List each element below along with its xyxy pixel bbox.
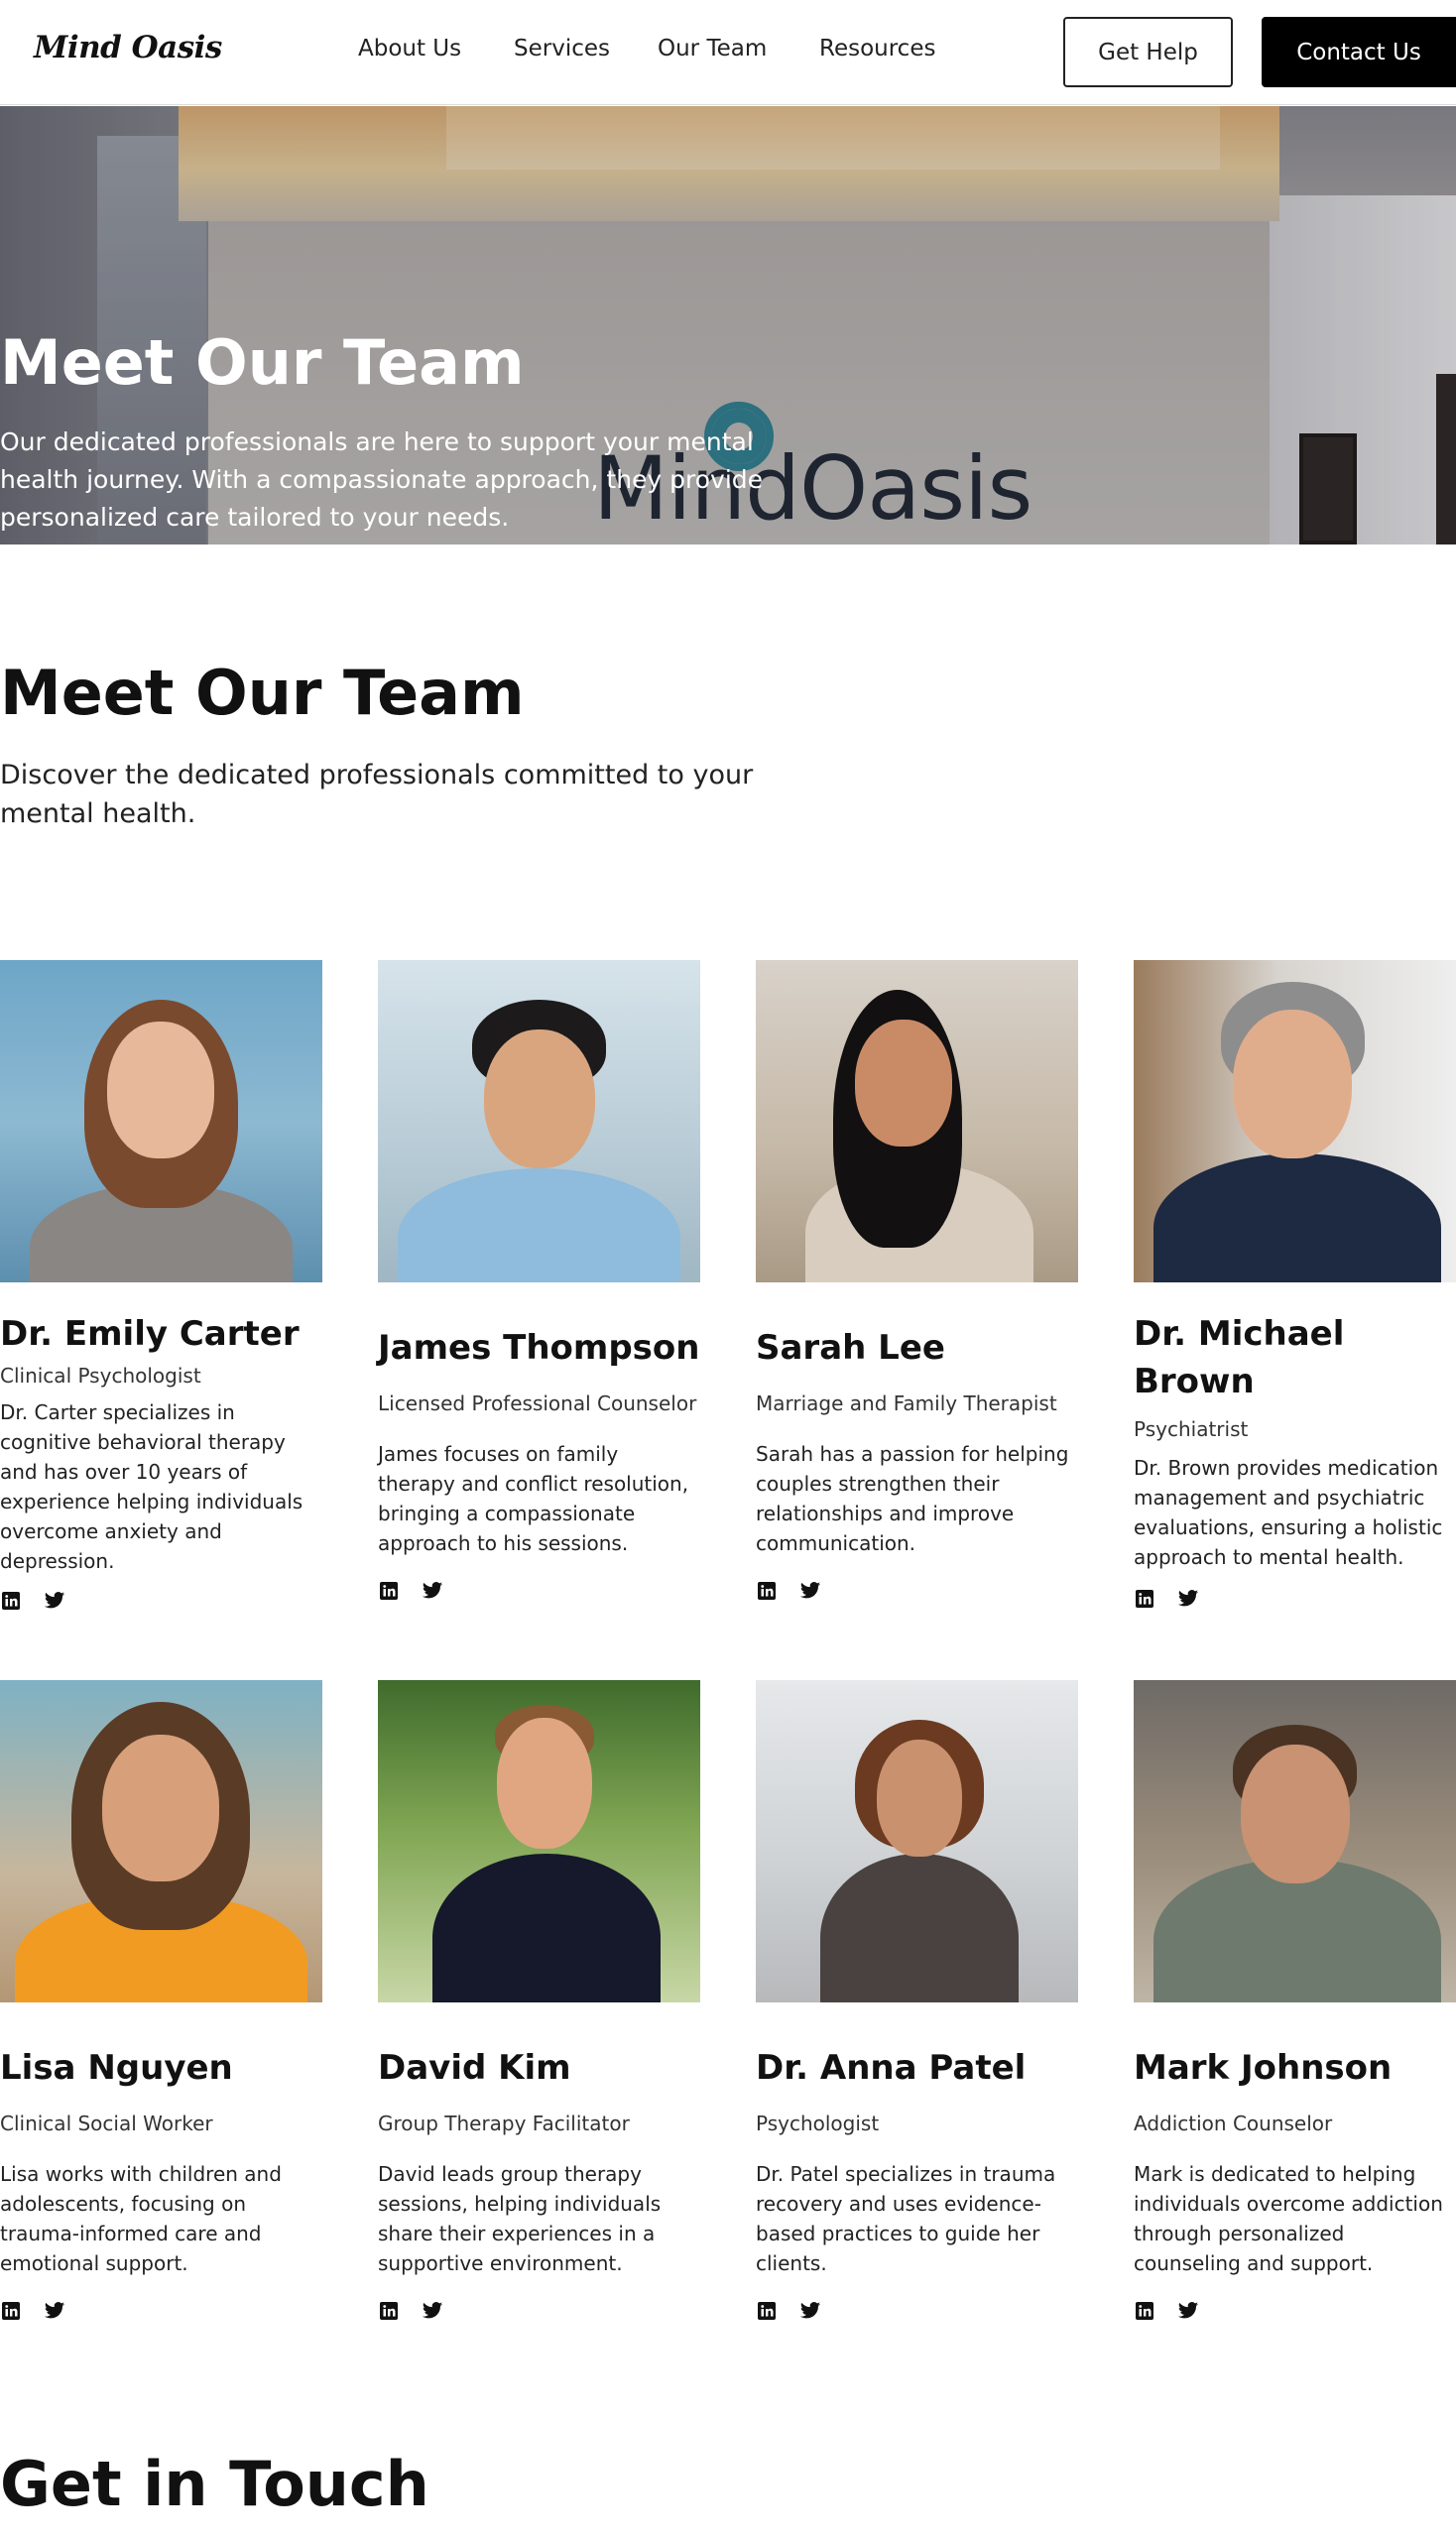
member-name: Sarah Lee — [756, 1328, 945, 1368]
member-social-links — [1134, 1588, 1456, 1610]
member-role: Psychologist — [756, 2112, 880, 2135]
team-section-title: Meet Our Team — [0, 657, 525, 729]
twitter-icon[interactable] — [422, 1580, 443, 1602]
linkedin-icon[interactable] — [1134, 1588, 1155, 1610]
member-bio: Mark is dedicated to helping individuals… — [1134, 2162, 1443, 2275]
member-social-links — [0, 2300, 322, 2322]
member-social-links — [378, 1580, 700, 1602]
member-social-links — [756, 1580, 1078, 1602]
team-member-card: Dr. Emily Carter Clinical Psychologist D… — [0, 960, 322, 1612]
twitter-icon[interactable] — [1177, 2300, 1199, 2322]
team-member-photo — [756, 1680, 1078, 2002]
linkedin-icon[interactable] — [1134, 2300, 1155, 2322]
member-name: Mark Johnson — [1134, 2048, 1393, 2088]
member-role: Clinical Social Worker — [0, 2112, 213, 2135]
member-bio: Lisa works with children and adolescents… — [0, 2162, 282, 2275]
nav-link-services[interactable]: Services — [514, 36, 610, 61]
member-bio: Sarah has a passion for helping couples … — [756, 1442, 1069, 1555]
member-name: Dr. Michael Brown — [1134, 1314, 1345, 1401]
team-member-photo — [378, 960, 700, 1282]
team-section-subtitle: Discover the dedicated professionals com… — [0, 760, 754, 829]
team-member-card: James Thompson Licensed Professional Cou… — [378, 960, 700, 1602]
hero-title: Meet Our Team — [0, 326, 525, 399]
member-name: David Kim — [378, 2048, 571, 2088]
top-navigation: Mind Oasis About Us Services Our Team Re… — [0, 0, 1456, 105]
team-member-photo — [756, 960, 1078, 1282]
nav-link-resources[interactable]: Resources — [819, 36, 935, 61]
linkedin-icon[interactable] — [0, 1590, 22, 1612]
member-social-links — [378, 2300, 700, 2322]
member-name: James Thompson — [378, 1328, 700, 1368]
team-member-photo — [378, 1680, 700, 2002]
twitter-icon[interactable] — [422, 2300, 443, 2322]
linkedin-icon[interactable] — [756, 1580, 778, 1602]
member-role: Group Therapy Facilitator — [378, 2112, 630, 2135]
nav-link-our-team[interactable]: Our Team — [658, 36, 767, 61]
team-member-photo — [1134, 1680, 1456, 2002]
linkedin-icon[interactable] — [378, 1580, 400, 1602]
member-social-links — [0, 1590, 322, 1612]
nav-link-about-us[interactable]: About Us — [358, 36, 461, 61]
team-member-card: David Kim Group Therapy Facilitator Davi… — [378, 1680, 700, 2322]
team-member-card: Mark Johnson Addiction Counselor Mark is… — [1134, 1680, 1456, 2322]
hero-banner: MindOasis Meet Our Team Our dedicated pr… — [0, 106, 1456, 544]
linkedin-icon[interactable] — [756, 2300, 778, 2322]
member-bio: James focuses on family therapy and conf… — [378, 1442, 689, 1555]
member-bio: Dr. Brown provides medication management… — [1134, 1456, 1443, 1569]
team-member-card: Sarah Lee Marriage and Family Therapist … — [756, 960, 1078, 1602]
twitter-icon[interactable] — [1177, 1588, 1199, 1610]
twitter-icon[interactable] — [44, 1590, 65, 1612]
contact-us-button[interactable]: Contact Us — [1262, 17, 1456, 87]
member-bio: Dr. Patel specializes in trauma recovery… — [756, 2162, 1056, 2275]
site-logo[interactable]: Mind Oasis — [34, 30, 222, 65]
team-member-photo — [0, 960, 322, 1282]
team-member-photo — [1134, 960, 1456, 1282]
member-role: Licensed Professional Counselor — [378, 1391, 697, 1415]
member-name: Lisa Nguyen — [0, 2048, 233, 2088]
member-role: Addiction Counselor — [1134, 2112, 1333, 2135]
member-role: Marriage and Family Therapist — [756, 1391, 1057, 1415]
twitter-icon[interactable] — [799, 1580, 821, 1602]
hero-subtitle: Our dedicated professionals are here to … — [0, 427, 764, 532]
member-role: Psychiatrist — [1134, 1417, 1249, 1441]
member-name: Dr. Anna Patel — [756, 2048, 1027, 2088]
team-member-photo — [0, 1680, 322, 2002]
member-bio: David leads group therapy sessions, help… — [378, 2162, 662, 2275]
team-member-card: Dr. Anna Patel Psychologist Dr. Patel sp… — [756, 1680, 1078, 2322]
linkedin-icon[interactable] — [0, 2300, 22, 2322]
linkedin-icon[interactable] — [378, 2300, 400, 2322]
team-member-card: Dr. Michael Brown Psychiatrist Dr. Brown… — [1134, 960, 1456, 1610]
get-help-button[interactable]: Get Help — [1063, 17, 1233, 87]
member-social-links — [756, 2300, 1078, 2322]
member-bio: Dr. Carter specializes in cognitive beha… — [0, 1400, 303, 1573]
member-name: Dr. Emily Carter — [0, 1314, 300, 1354]
team-member-card: Lisa Nguyen Clinical Social Worker Lisa … — [0, 1680, 322, 2322]
member-social-links — [1134, 2300, 1456, 2322]
contact-section-title: Get in Touch — [0, 2448, 429, 2520]
member-role: Clinical Psychologist — [0, 1364, 201, 1388]
twitter-icon[interactable] — [44, 2300, 65, 2322]
twitter-icon[interactable] — [799, 2300, 821, 2322]
